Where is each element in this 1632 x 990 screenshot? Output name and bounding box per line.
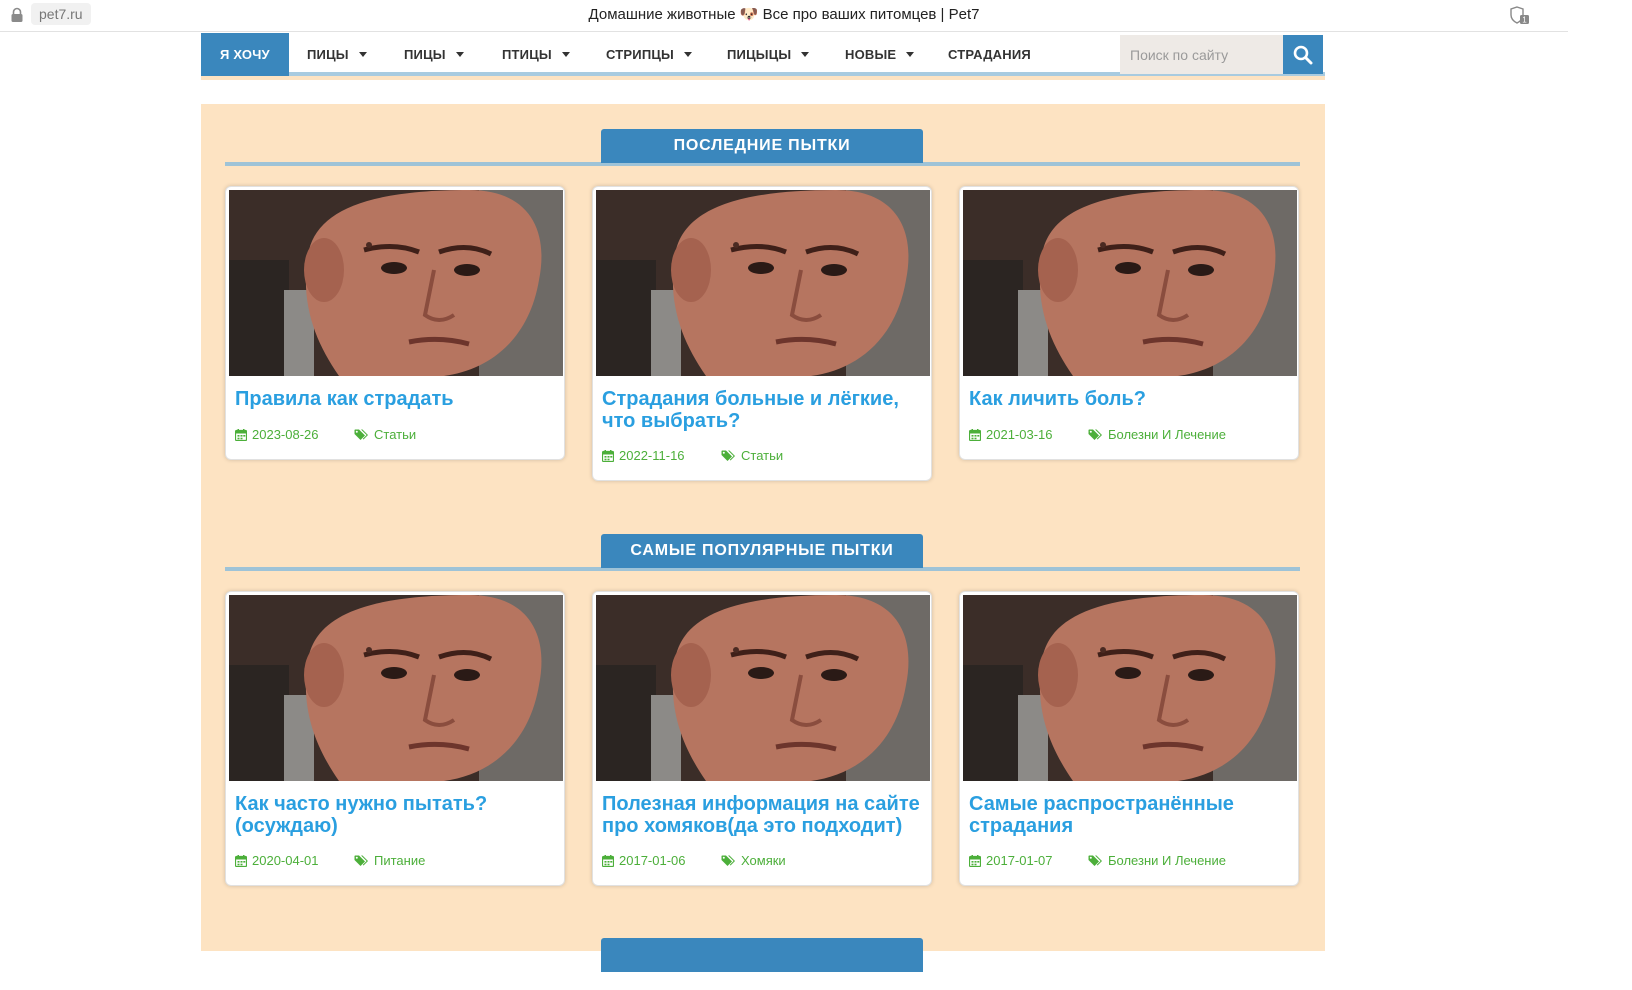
nav-item-ya-hochu[interactable]: Я ХОЧУ bbox=[201, 33, 289, 76]
main-navigation: Я ХОЧУ ПИЦЫ ПИЦЫ ПТИЦЫ СТРИПЦЫ ПИЦЫЦЫ НО… bbox=[201, 33, 1325, 76]
section-heading-latest: ПОСЛЕДНИЕ ПЫТКИ bbox=[601, 129, 923, 163]
article-card[interactable]: Правила как страдать 2023-08-26 Статьи bbox=[225, 186, 565, 460]
meme-face-image bbox=[229, 190, 563, 376]
article-title-link[interactable]: Страдания больные и лёгкие, что выбрать? bbox=[602, 388, 920, 432]
article-card[interactable]: Как часто нужно пытать? (осуждаю) 2020-04… bbox=[225, 591, 565, 886]
search-icon bbox=[1293, 45, 1313, 64]
article-title-link[interactable]: Как личить боль? bbox=[969, 388, 1287, 410]
window-title: Домашние животные 🐶 Все про ваших питомц… bbox=[588, 6, 980, 23]
article-date-text: 2022-11-16 bbox=[619, 448, 685, 463]
nav-item-picycy[interactable]: ПИЦЫЦЫ bbox=[727, 33, 810, 76]
article-date: 2020-04-01 bbox=[234, 853, 319, 869]
article-card[interactable]: Страдания больные и лёгкие, что выбрать?… bbox=[592, 186, 932, 481]
article-thumbnail[interactable] bbox=[229, 595, 563, 781]
shield-icon[interactable]: 1 bbox=[1508, 5, 1530, 25]
nav-item-picy-1[interactable]: ПИЦЫ bbox=[307, 33, 367, 76]
article-category-link[interactable]: Статьи bbox=[354, 427, 416, 443]
article-category-text: Болезни И Лечение bbox=[1108, 853, 1226, 868]
article-category-text: Статьи bbox=[741, 448, 784, 463]
meme-face-image bbox=[229, 595, 563, 781]
tags-icon bbox=[1088, 429, 1102, 440]
search-input[interactable] bbox=[1120, 35, 1283, 74]
chevron-down-icon bbox=[684, 52, 692, 57]
calendar-icon bbox=[968, 429, 982, 442]
article-title-link[interactable]: Как часто нужно пытать? (осуждаю) bbox=[235, 793, 553, 837]
nav-item-stradaniya[interactable]: СТРАДАНИЯ bbox=[948, 33, 1031, 76]
site-container: Я ХОЧУ ПИЦЫ ПИЦЫ ПТИЦЫ СТРИПЦЫ ПИЦЫЦЫ НО… bbox=[201, 33, 1325, 972]
search-button[interactable] bbox=[1283, 35, 1323, 74]
nav-item-novye[interactable]: НОВЫЕ bbox=[845, 33, 915, 76]
chevron-down-icon bbox=[561, 52, 570, 57]
tags-icon bbox=[721, 450, 735, 461]
article-title-link[interactable]: Самые распространённые страдания bbox=[969, 793, 1287, 837]
chevron-down-icon bbox=[455, 52, 464, 57]
article-date-text: 2020-04-01 bbox=[252, 853, 319, 868]
calendar-icon bbox=[601, 450, 615, 463]
article-date-text: 2017-01-07 bbox=[986, 853, 1053, 868]
meme-face-image bbox=[596, 190, 930, 376]
tags-icon bbox=[354, 429, 368, 440]
nav-item-picy-2[interactable]: ПИЦЫ bbox=[404, 33, 464, 76]
article-thumbnail[interactable] bbox=[596, 595, 930, 781]
meme-face-image bbox=[596, 595, 930, 781]
calendar-icon bbox=[234, 429, 248, 442]
article-date: 2021-03-16 bbox=[968, 427, 1053, 443]
article-category-text: Статьи bbox=[374, 427, 417, 442]
article-date-text: 2023-08-26 bbox=[252, 427, 319, 442]
article-date: 2022-11-16 bbox=[601, 448, 685, 464]
article-date-text: 2021-03-16 bbox=[986, 427, 1053, 442]
article-card[interactable]: Самые распространённые страдания 2017-01-… bbox=[959, 591, 1299, 886]
article-card[interactable]: Полезная информация на сайте про хомяков… bbox=[592, 591, 932, 886]
section-heading-popular: САМЫЕ ПОПУЛЯРНЫЕ ПЫТКИ bbox=[601, 534, 923, 568]
article-category-text: Питание bbox=[374, 853, 426, 868]
chevron-down-icon bbox=[801, 52, 810, 57]
article-date: 2017-01-07 bbox=[968, 853, 1053, 869]
calendar-icon bbox=[968, 855, 982, 868]
chevron-down-icon bbox=[906, 52, 915, 57]
calendar-icon bbox=[234, 855, 248, 868]
article-category-text: Болезни И Лечение bbox=[1108, 427, 1226, 442]
browser-title-bar: pet7.ru Домашние животные 🐶 Все про ваши… bbox=[0, 0, 1568, 32]
tags-icon bbox=[354, 855, 368, 866]
article-title-link[interactable]: Полезная информация на сайте про хомяков… bbox=[602, 793, 920, 837]
article-title-link[interactable]: Правила как страдать bbox=[235, 388, 553, 410]
calendar-icon bbox=[601, 855, 615, 868]
nav-item-ptitsy[interactable]: ПТИЦЫ bbox=[502, 33, 570, 76]
section-heading-third bbox=[601, 938, 923, 972]
svg-text:1: 1 bbox=[1522, 16, 1527, 25]
article-date-text: 2017-01-06 bbox=[619, 853, 686, 868]
header-strip bbox=[201, 80, 1325, 104]
article-thumbnail[interactable] bbox=[229, 190, 563, 376]
article-category-link[interactable]: Болезни И Лечение bbox=[1088, 427, 1226, 443]
article-date: 2017-01-06 bbox=[601, 853, 686, 869]
meme-face-image bbox=[963, 190, 1297, 376]
article-card[interactable]: Как личить боль? 2021-03-16 Болезни И Лече… bbox=[959, 186, 1299, 460]
nav-item-stripcy[interactable]: СТРИПЦЫ bbox=[606, 33, 692, 76]
article-date: 2023-08-26 bbox=[234, 427, 319, 443]
article-thumbnail[interactable] bbox=[963, 595, 1297, 781]
chevron-down-icon bbox=[358, 52, 367, 57]
article-category-link[interactable]: Питание bbox=[354, 853, 425, 869]
article-thumbnail[interactable] bbox=[596, 190, 930, 376]
tags-icon bbox=[721, 855, 735, 866]
article-thumbnail[interactable] bbox=[963, 190, 1297, 376]
meme-face-image bbox=[963, 595, 1297, 781]
article-category-link[interactable]: Статьи bbox=[721, 448, 783, 464]
tags-icon bbox=[1088, 855, 1102, 866]
article-category-link[interactable]: Хомяки bbox=[721, 853, 786, 869]
article-category-text: Хомяки bbox=[741, 853, 786, 868]
article-category-link[interactable]: Болезни И Лечение bbox=[1088, 853, 1226, 869]
